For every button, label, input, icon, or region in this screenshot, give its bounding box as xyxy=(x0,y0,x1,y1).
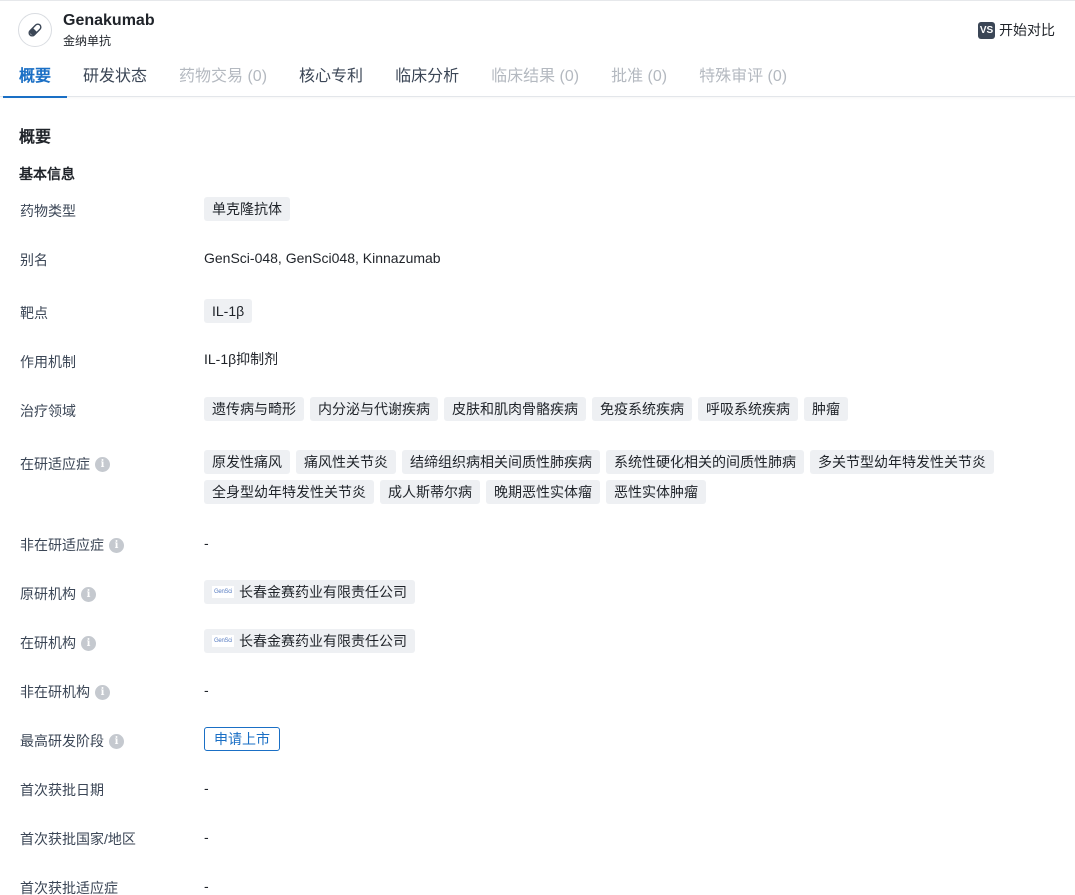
indication-tag[interactable]: 全身型幼年特发性关节炎 xyxy=(204,480,374,504)
active-org-name: 长春金赛药业有限责任公司 xyxy=(239,633,407,649)
originator-tags: GenSci 长春金赛药业有限责任公司 xyxy=(204,580,1004,604)
info-icon[interactable]: i xyxy=(95,684,110,700)
drug-type-tags: 单克隆抗体 xyxy=(204,197,1004,221)
indication-tag[interactable]: 痛风性关节炎 xyxy=(296,450,396,474)
first-approval-country-label: 首次获批国家/地区 xyxy=(20,831,136,847)
compare-label: 开始对比 xyxy=(999,22,1055,38)
info-icon[interactable]: i xyxy=(81,635,96,651)
target-tags: IL-1β xyxy=(204,299,1004,323)
company-logo: GenSci xyxy=(212,635,234,647)
section-title: 概要 xyxy=(19,129,52,146)
drug-name-cn: 金纳单抗 xyxy=(63,34,112,48)
active-org-label: 在研机构 i xyxy=(20,633,96,653)
drug-type-label: 药物类型 xyxy=(20,203,76,219)
alias-value: GenSci-048, GenSci048, Kinnazumab xyxy=(204,250,441,266)
drug-name: Genakumab xyxy=(63,12,155,29)
info-icon[interactable]: i xyxy=(95,456,110,472)
pill-icon xyxy=(18,13,52,47)
first-approval-date-label: 首次获批日期 xyxy=(20,782,104,798)
indication-tag[interactable]: 原发性痛风 xyxy=(204,450,290,474)
company-logo: GenSci xyxy=(212,586,234,598)
mechanism-value[interactable]: IL-1β抑制剂 xyxy=(204,349,278,369)
indication-tag[interactable]: 恶性实体肿瘤 xyxy=(606,480,706,504)
inactive-org-value: - xyxy=(204,682,209,698)
tab-bar: 概要 研发状态 药物交易 (0) 核心专利 临床分析 临床结果 (0) 批准 (… xyxy=(3,58,803,98)
indication-tag[interactable]: 系统性硬化相关的间质性肺病 xyxy=(606,450,804,474)
first-approval-indication-label: 首次获批适应症 xyxy=(20,880,118,895)
therapeutic-area-tag[interactable]: 呼吸系统疾病 xyxy=(698,397,798,421)
highest-phase-label: 最高研发阶段 i xyxy=(20,731,124,751)
basic-info-title: 基本信息 xyxy=(19,166,75,182)
indication-tag[interactable]: 晚期恶性实体瘤 xyxy=(486,480,600,504)
tab-clinical-analysis[interactable]: 临床分析 xyxy=(379,58,475,98)
vs-icon: VS xyxy=(978,21,995,39)
info-icon[interactable]: i xyxy=(109,733,124,749)
drug-type-tag[interactable]: 单克隆抗体 xyxy=(204,197,290,221)
therapeutic-area-tag[interactable]: 皮肤和肌肉骨骼疾病 xyxy=(444,397,586,421)
info-icon[interactable]: i xyxy=(81,586,96,602)
target-label: 靶点 xyxy=(20,305,48,321)
originator-org-tag[interactable]: GenSci 长春金赛药业有限责任公司 xyxy=(204,580,415,604)
therapeutic-area-tag[interactable]: 内分泌与代谢疾病 xyxy=(310,397,438,421)
tab-special-review: 特殊审评 (0) xyxy=(699,68,788,85)
first-approval-country-value: - xyxy=(204,829,209,845)
therapeutic-area-tags: 遗传病与畸形 内分泌与代谢疾病 皮肤和肌肉骨骼疾病 免疫系统疾病 呼吸系统疾病 … xyxy=(204,397,1004,421)
tab-clinical-results: 临床结果 (0) xyxy=(491,68,580,85)
indication-tag[interactable]: 多关节型幼年特发性关节炎 xyxy=(810,450,994,474)
info-icon[interactable]: i xyxy=(109,537,124,553)
target-tag[interactable]: IL-1β xyxy=(204,299,253,323)
tab-approvals: 批准 (0) xyxy=(611,68,668,85)
active-indications-label: 在研适应症 i xyxy=(20,454,110,474)
therapeutic-area-tag[interactable]: 免疫系统疾病 xyxy=(592,397,692,421)
highest-phase-tags: 申请上市 xyxy=(204,727,1004,751)
phase-badge: 申请上市 xyxy=(204,727,280,751)
active-org-tags: GenSci 长春金赛药业有限责任公司 xyxy=(204,629,1004,653)
inactive-indications-label: 非在研适应症 i xyxy=(20,535,124,555)
first-approval-indication-value: - xyxy=(204,878,209,894)
start-compare-button[interactable]: VS 开始对比 xyxy=(978,20,1055,40)
first-approval-date-value: - xyxy=(204,780,209,796)
inactive-indications-value: - xyxy=(204,535,209,551)
originator-org-name: 长春金赛药业有限责任公司 xyxy=(239,584,407,600)
tab-overview[interactable]: 概要 xyxy=(3,58,68,98)
active-org-tag[interactable]: GenSci 长春金赛药业有限责任公司 xyxy=(204,629,415,653)
originator-label: 原研机构 i xyxy=(20,584,96,604)
drug-header: Genakumab 金纳单抗 VS 开始对比 概要 研发状态 药物交易 (0) … xyxy=(0,0,1075,98)
tab-drug-deals: 药物交易 (0) xyxy=(179,68,268,85)
tab-rd-status[interactable]: 研发状态 xyxy=(67,58,163,98)
inactive-org-label: 非在研机构 i xyxy=(20,682,110,702)
mechanism-label: 作用机制 xyxy=(20,354,76,370)
therapeutic-area-tag[interactable]: 遗传病与畸形 xyxy=(204,397,304,421)
alias-label: 别名 xyxy=(20,252,48,268)
active-indications-tags: 原发性痛风 痛风性关节炎 结缔组织病相关间质性肺疾病 系统性硬化相关的间质性肺病… xyxy=(204,450,994,504)
therapeutic-area-tag[interactable]: 肿瘤 xyxy=(804,397,848,421)
therapeutic-area-label: 治疗领域 xyxy=(20,403,76,419)
indication-tag[interactable]: 结缔组织病相关间质性肺疾病 xyxy=(402,450,600,474)
indication-tag[interactable]: 成人斯蒂尔病 xyxy=(380,480,480,504)
tab-core-patents[interactable]: 核心专利 xyxy=(283,58,379,98)
